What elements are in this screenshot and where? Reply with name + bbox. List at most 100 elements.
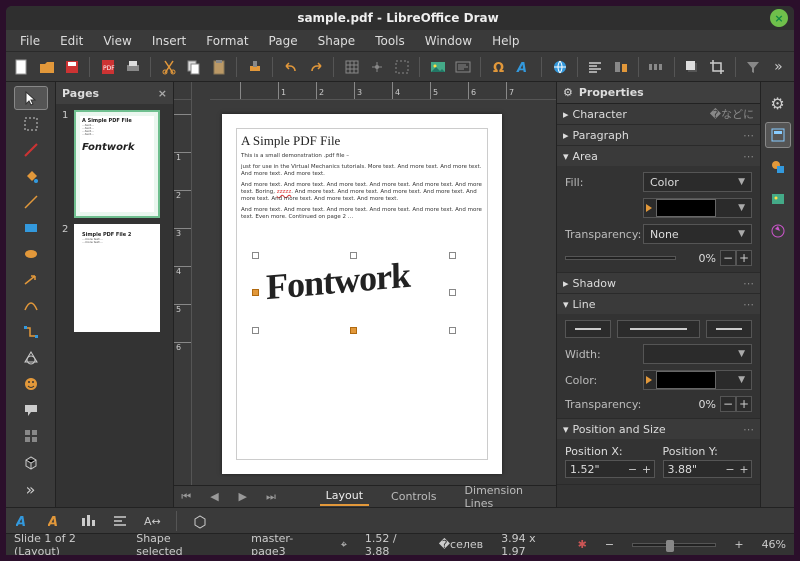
sidebar-properties-tab[interactable] bbox=[765, 122, 791, 148]
section-position-size[interactable]: ▾ Position and Size ⋯ bbox=[557, 419, 760, 439]
section-area[interactable]: ▾ Area ⋯ bbox=[557, 146, 760, 166]
sidebar-gallery-tab[interactable] bbox=[765, 186, 791, 212]
menu-shape[interactable]: Shape bbox=[310, 32, 364, 50]
cut-button[interactable] bbox=[159, 56, 178, 78]
grid-button[interactable] bbox=[342, 56, 361, 78]
doc-paragraph-3[interactable]: And more text. And more text. And more t… bbox=[241, 182, 483, 203]
copy-button[interactable] bbox=[184, 56, 203, 78]
align-left-button[interactable] bbox=[586, 56, 605, 78]
3d-tool[interactable] bbox=[14, 450, 48, 474]
export-pdf-button[interactable]: PDF bbox=[98, 56, 117, 78]
section-line[interactable]: ▾ Line ⋯ bbox=[557, 294, 760, 314]
line-end-style[interactable] bbox=[706, 320, 752, 338]
section-character[interactable]: ▸ Character �などに bbox=[557, 104, 760, 124]
zoom-slider[interactable] bbox=[632, 543, 716, 547]
align-objects-button[interactable] bbox=[611, 56, 630, 78]
doc-heading[interactable]: A Simple PDF File bbox=[241, 133, 483, 149]
fill-color-tool[interactable] bbox=[14, 164, 48, 188]
doc-paragraph-4[interactable]: And more text. And more text. And more t… bbox=[241, 207, 483, 221]
first-slide-button[interactable]: ⏮ bbox=[180, 490, 192, 504]
transparency-type-dropdown[interactable]: None▼ bbox=[643, 224, 752, 244]
insert-textbox-button[interactable] bbox=[453, 56, 472, 78]
select-tool[interactable] bbox=[14, 86, 48, 110]
transparency-decrease[interactable]: − bbox=[720, 250, 736, 266]
possize-options-icon[interactable]: ⋯ bbox=[743, 423, 754, 436]
tab-controls[interactable]: Controls bbox=[385, 488, 443, 505]
page-thumbnail-2[interactable]: Simple PDF File 2 …more text……more text… bbox=[74, 224, 160, 332]
distribute-button[interactable] bbox=[647, 56, 666, 78]
position-x-input[interactable]: 1.52"−+ bbox=[565, 460, 655, 478]
zoom-in-button[interactable]: + bbox=[734, 538, 743, 551]
symbol-shapes-tool[interactable] bbox=[14, 372, 48, 396]
line-width-dropdown[interactable]: ▼ bbox=[643, 344, 752, 364]
hyperlink-button[interactable] bbox=[550, 56, 569, 78]
clone-formatting-button[interactable] bbox=[245, 56, 264, 78]
doc-paragraph-1[interactable]: This is a small demonstration .pdf file … bbox=[241, 153, 483, 160]
character-options-icon[interactable]: �などに bbox=[710, 106, 754, 122]
line-transp-increase[interactable]: + bbox=[736, 396, 752, 412]
paragraph-options-icon[interactable]: ⋯ bbox=[743, 129, 754, 142]
doc-paragraph-2[interactable]: just for use in the Virtual Mechanics tu… bbox=[241, 164, 483, 178]
next-slide-button[interactable]: ▶ bbox=[237, 490, 249, 503]
page-thumbnail-1[interactable]: A Simple PDF File …text……text……text……tex… bbox=[74, 110, 160, 218]
fill-type-dropdown[interactable]: Color▼ bbox=[643, 172, 752, 192]
open-button[interactable] bbox=[37, 56, 56, 78]
shadow-options-icon[interactable]: ⋯ bbox=[743, 277, 754, 290]
status-master[interactable]: master-page3 bbox=[251, 532, 323, 556]
line-style-dropdown[interactable] bbox=[617, 320, 700, 338]
filter-button[interactable] bbox=[744, 56, 763, 78]
menu-page[interactable]: Page bbox=[261, 32, 306, 50]
helplines-button[interactable] bbox=[392, 56, 411, 78]
insert-fontwork-button[interactable]: A bbox=[514, 56, 533, 78]
tab-layout[interactable]: Layout bbox=[320, 487, 369, 506]
stars-tool[interactable] bbox=[14, 424, 48, 448]
fill-color-dropdown[interactable]: ▼ bbox=[643, 198, 752, 218]
fontwork-gallery-button[interactable]: A bbox=[14, 510, 36, 532]
menu-tools[interactable]: Tools bbox=[367, 32, 413, 50]
line-start-style[interactable] bbox=[565, 320, 611, 338]
rectangle-tool[interactable] bbox=[14, 216, 48, 240]
position-y-input[interactable]: 3.88"−+ bbox=[663, 460, 753, 478]
crop-button[interactable] bbox=[708, 56, 727, 78]
zoom-value[interactable]: 46% bbox=[762, 538, 786, 551]
snap-button[interactable] bbox=[367, 56, 386, 78]
curve-tool[interactable] bbox=[14, 294, 48, 318]
sidebar-shapes-tab[interactable] bbox=[765, 154, 791, 180]
line-color-tool[interactable] bbox=[14, 138, 48, 162]
prev-slide-button[interactable]: ◀ bbox=[208, 490, 220, 503]
line-color-dropdown[interactable]: ▼ bbox=[643, 370, 752, 390]
expand-toolbar-button[interactable]: » bbox=[14, 477, 48, 501]
ellipse-tool[interactable] bbox=[14, 242, 48, 266]
redo-button[interactable] bbox=[306, 56, 325, 78]
menu-file[interactable]: File bbox=[12, 32, 48, 50]
line-transp-decrease[interactable]: − bbox=[720, 396, 736, 412]
shadow-button[interactable] bbox=[683, 56, 702, 78]
paste-button[interactable] bbox=[209, 56, 228, 78]
vertical-ruler[interactable]: 1 2 3 4 5 6 bbox=[174, 100, 192, 485]
insert-special-char-button[interactable]: Ω bbox=[489, 56, 508, 78]
print-button[interactable] bbox=[123, 56, 142, 78]
pages-panel-close-icon[interactable]: × bbox=[158, 87, 167, 100]
transparency-slider[interactable] bbox=[565, 256, 676, 260]
page-1[interactable]: A Simple PDF File This is a small demons… bbox=[222, 114, 502, 474]
fontwork-spacing-button[interactable]: A↔ bbox=[142, 510, 164, 532]
window-close-button[interactable]: × bbox=[770, 9, 788, 27]
connector-tool[interactable] bbox=[14, 320, 48, 344]
status-save-icon[interactable]: ✱ bbox=[578, 538, 587, 551]
callout-tool[interactable] bbox=[14, 398, 48, 422]
sidebar-settings-button[interactable]: ⚙ bbox=[765, 90, 791, 116]
undo-button[interactable] bbox=[281, 56, 300, 78]
basic-shapes-tool[interactable] bbox=[14, 346, 48, 370]
toolbar-menu-button[interactable]: » bbox=[769, 56, 788, 78]
line-tool[interactable] bbox=[14, 190, 48, 214]
fontwork-alignment-button[interactable] bbox=[110, 510, 132, 532]
menu-help[interactable]: Help bbox=[484, 32, 527, 50]
menu-insert[interactable]: Insert bbox=[144, 32, 194, 50]
arrow-tool[interactable] bbox=[14, 268, 48, 292]
transparency-increase[interactable]: + bbox=[736, 250, 752, 266]
new-button[interactable] bbox=[12, 56, 31, 78]
extrusion-toggle-button[interactable] bbox=[189, 510, 211, 532]
zoom-pan-tool[interactable] bbox=[14, 112, 48, 136]
line-options-icon[interactable]: ⋯ bbox=[743, 298, 754, 311]
save-button[interactable] bbox=[62, 56, 81, 78]
